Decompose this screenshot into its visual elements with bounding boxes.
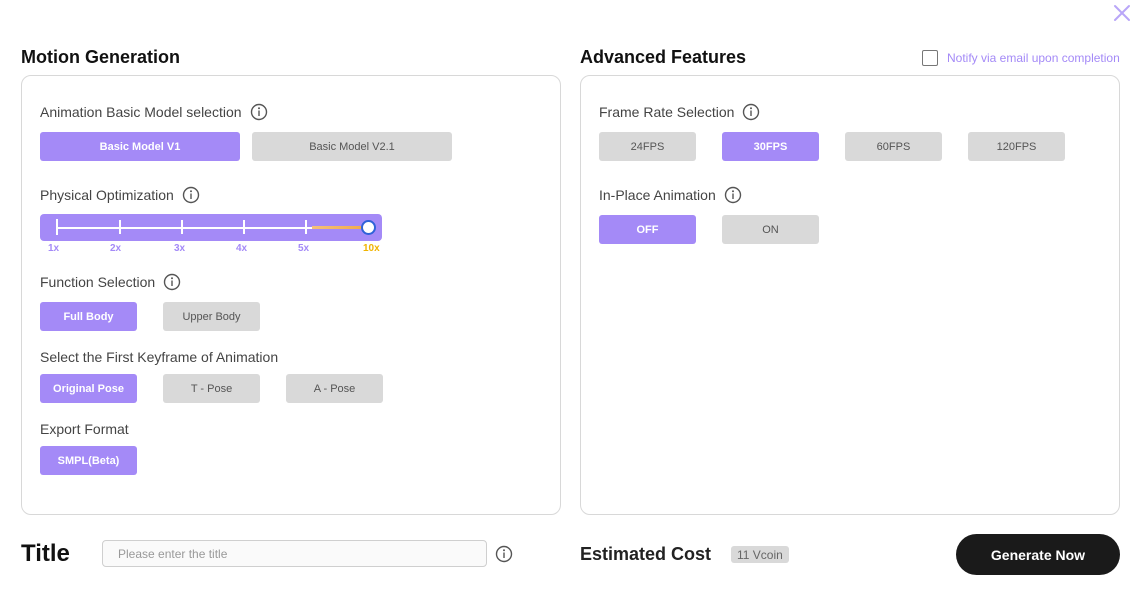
notify-email-label[interactable]: Notify via email upon completion [947,51,1120,65]
close-icon [1114,5,1130,21]
slider-fill [312,226,367,229]
slider-tick-label-max: 10x [363,243,380,254]
estimated-cost-label: Estimated Cost [580,544,712,564]
slider-tick [56,219,58,235]
t-pose-button[interactable]: T - Pose [163,374,260,403]
info-icon[interactable] [724,186,742,204]
slider-tick-label: 4x [236,243,248,254]
physical-optimization-slider[interactable] [40,214,382,241]
slider-tick [119,220,121,234]
model-selection-label: Animation Basic Model selection [40,103,268,121]
slider-tick [243,220,245,234]
full-body-button[interactable]: Full Body [40,302,137,331]
info-icon[interactable] [250,103,268,121]
physical-optimization-label: Physical Optimization [40,186,200,204]
slider-tick-label: 2x [110,243,122,254]
physical-optimization-label-text: Physical Optimization [40,187,174,203]
fps-120-button[interactable]: 120FPS [968,132,1065,161]
fps-30-button[interactable]: 30FPS [722,132,819,161]
title-label: Title [21,540,70,567]
model-v1-button[interactable]: Basic Model V1 [40,132,240,161]
slider-tick-label: 3x [174,243,186,254]
keyframe-label: Select the First Keyframe of Animation [40,349,279,365]
cost-badge: 11 Vcoin [731,546,789,563]
notify-email-checkbox[interactable] [922,50,938,66]
fps-24-button[interactable]: 24FPS [599,132,696,161]
motion-generation-title: Motion Generation [21,47,180,67]
fps-60-button[interactable]: 60FPS [845,132,942,161]
in-place-off-button[interactable]: OFF [599,215,696,244]
original-pose-button[interactable]: Original Pose [40,374,137,403]
frame-rate-label-text: Frame Rate Selection [599,104,735,120]
slider-tick-label: 1x [48,243,60,254]
upper-body-button[interactable]: Upper Body [163,302,260,331]
export-format-label: Export Format [40,421,129,437]
notify-email-option[interactable]: Notify via email upon completion [922,50,1120,66]
advanced-features-title: Advanced Features [580,47,747,67]
info-icon[interactable] [495,545,513,563]
smpl-beta-button[interactable]: SMPL(Beta) [40,446,137,475]
slider-tick [181,220,183,234]
function-selection-label: Function Selection [40,273,181,291]
slider-knob[interactable] [361,220,376,235]
in-place-animation-label: In-Place Animation [599,186,742,204]
a-pose-button[interactable]: A - Pose [286,374,383,403]
frame-rate-label: Frame Rate Selection [599,103,760,121]
slider-tick [305,220,307,234]
in-place-on-button[interactable]: ON [722,215,819,244]
function-selection-label-text: Function Selection [40,274,156,290]
model-v21-button[interactable]: Basic Model V2.1 [252,132,452,161]
info-icon[interactable] [163,273,181,291]
in-place-animation-label-text: In-Place Animation [599,187,716,203]
title-input[interactable] [102,540,487,567]
slider-tick-label: 5x [298,243,310,254]
info-icon[interactable] [742,103,760,121]
close-button[interactable] [1112,3,1132,23]
info-icon[interactable] [182,186,200,204]
model-selection-label-text: Animation Basic Model selection [40,104,242,120]
generate-now-button[interactable]: Generate Now [956,534,1120,575]
